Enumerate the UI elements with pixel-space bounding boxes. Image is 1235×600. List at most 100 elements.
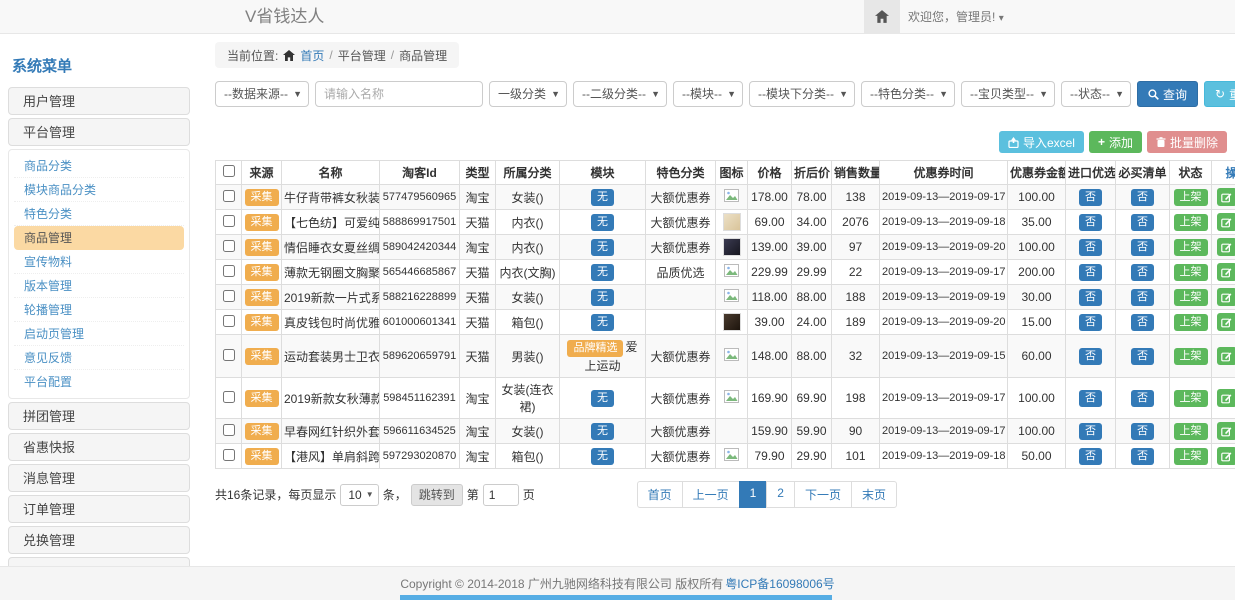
- sidebar-item[interactable]: 兑换管理: [8, 526, 190, 554]
- status-badge[interactable]: 上架: [1174, 390, 1208, 407]
- edit-button[interactable]: [1217, 288, 1235, 306]
- must-buy-toggle-badge[interactable]: 否: [1131, 264, 1154, 281]
- page-button-首页[interactable]: 首页: [637, 481, 683, 508]
- must-buy-toggle-badge[interactable]: 否: [1131, 348, 1154, 365]
- module-none-badge[interactable]: 无: [591, 214, 614, 231]
- sidebar-subitem[interactable]: 平台配置: [14, 370, 184, 394]
- filter-select-module-sub-category[interactable]: --模块下分类--▼: [749, 81, 855, 107]
- row-checkbox[interactable]: [223, 424, 235, 436]
- import-toggle-badge[interactable]: 否: [1079, 264, 1102, 281]
- sidebar-subitem[interactable]: 启动页管理: [14, 322, 184, 346]
- icp-link[interactable]: 粤ICP备16098006号: [725, 575, 834, 592]
- breadcrumb-home-link[interactable]: 首页: [300, 47, 324, 64]
- add-button[interactable]: + 添加: [1089, 131, 1142, 153]
- sidebar-item[interactable]: 订单管理: [8, 495, 190, 523]
- module-none-badge[interactable]: 无: [591, 448, 614, 465]
- import-toggle-badge[interactable]: 否: [1079, 239, 1102, 256]
- module-none-badge[interactable]: 无: [591, 314, 614, 331]
- row-checkbox[interactable]: [223, 449, 235, 461]
- jump-button[interactable]: 跳转到: [411, 484, 463, 506]
- sidebar-subitem[interactable]: 特色分类: [14, 202, 184, 226]
- page-button-2[interactable]: 2: [766, 481, 795, 508]
- row-checkbox[interactable]: [223, 240, 235, 252]
- header-home-button[interactable]: [864, 0, 900, 33]
- page-button-末页[interactable]: 末页: [851, 481, 897, 508]
- must-buy-toggle-badge[interactable]: 否: [1131, 314, 1154, 331]
- row-checkbox[interactable]: [223, 215, 235, 227]
- module-none-badge[interactable]: 无: [591, 423, 614, 440]
- edit-button[interactable]: [1217, 389, 1235, 407]
- import-toggle-badge[interactable]: 否: [1079, 314, 1102, 331]
- sidebar-subitem[interactable]: 意见反馈: [14, 346, 184, 370]
- sidebar-subitem[interactable]: 宣传物料: [14, 250, 184, 274]
- sidebar-item[interactable]: 拼团管理: [8, 402, 190, 430]
- filter-select-data-source[interactable]: --数据来源--▼: [215, 81, 309, 107]
- status-badge[interactable]: 上架: [1174, 189, 1208, 206]
- sidebar-subitem[interactable]: 商品分类: [14, 154, 184, 178]
- edit-button[interactable]: [1217, 422, 1235, 440]
- must-buy-toggle-badge[interactable]: 否: [1131, 423, 1154, 440]
- edit-button[interactable]: [1217, 347, 1235, 365]
- reset-button[interactable]: ↻重置: [1204, 81, 1235, 107]
- filter-select-feature-category[interactable]: --特色分类--▼: [861, 81, 955, 107]
- filter-select-status[interactable]: --状态--▼: [1061, 81, 1131, 107]
- filter-select-level2-category[interactable]: --二级分类--▼: [573, 81, 667, 107]
- module-none-badge[interactable]: 无: [591, 189, 614, 206]
- row-checkbox[interactable]: [223, 190, 235, 202]
- query-button[interactable]: 查询: [1137, 81, 1198, 107]
- status-badge[interactable]: 上架: [1174, 264, 1208, 281]
- sidebar-subitem[interactable]: 版本管理: [14, 274, 184, 298]
- row-checkbox[interactable]: [223, 315, 235, 327]
- status-badge[interactable]: 上架: [1174, 423, 1208, 440]
- filter-select-module[interactable]: --模块--▼: [673, 81, 743, 107]
- edit-button[interactable]: [1217, 188, 1235, 206]
- filter-select-item-type[interactable]: --宝贝类型--▼: [961, 81, 1055, 107]
- import-toggle-badge[interactable]: 否: [1079, 423, 1102, 440]
- sidebar-item[interactable]: 省惠快报: [8, 433, 190, 461]
- page-button-下一页[interactable]: 下一页: [794, 481, 852, 508]
- page-button-上一页[interactable]: 上一页: [682, 481, 740, 508]
- sidebar-item[interactable]: 平台管理: [8, 118, 190, 146]
- module-none-badge[interactable]: 无: [591, 390, 614, 407]
- import-excel-button[interactable]: 导入excel: [999, 131, 1084, 153]
- must-buy-toggle-badge[interactable]: 否: [1131, 289, 1154, 306]
- import-toggle-badge[interactable]: 否: [1079, 448, 1102, 465]
- batch-delete-button[interactable]: 批量删除: [1147, 131, 1227, 153]
- edit-button[interactable]: [1217, 263, 1235, 281]
- status-badge[interactable]: 上架: [1174, 314, 1208, 331]
- module-none-badge[interactable]: 无: [591, 239, 614, 256]
- sidebar-subitem[interactable]: 轮播管理: [14, 298, 184, 322]
- must-buy-toggle-badge[interactable]: 否: [1131, 448, 1154, 465]
- row-checkbox[interactable]: [223, 349, 235, 361]
- import-toggle-badge[interactable]: 否: [1079, 189, 1102, 206]
- filter-name-input[interactable]: [315, 81, 483, 107]
- filter-select-level1-category[interactable]: 一级分类▼: [489, 81, 567, 107]
- sidebar-item[interactable]: 用户管理: [8, 87, 190, 115]
- edit-button[interactable]: [1217, 447, 1235, 465]
- import-toggle-badge[interactable]: 否: [1079, 390, 1102, 407]
- jump-page-input[interactable]: [483, 484, 519, 506]
- page-button-1[interactable]: 1: [739, 481, 768, 508]
- edit-button[interactable]: [1217, 313, 1235, 331]
- status-badge[interactable]: 上架: [1174, 348, 1208, 365]
- status-badge[interactable]: 上架: [1174, 289, 1208, 306]
- sidebar-subitem[interactable]: 商品管理: [14, 226, 184, 250]
- edit-button[interactable]: [1217, 213, 1235, 231]
- must-buy-toggle-badge[interactable]: 否: [1131, 239, 1154, 256]
- select-all-checkbox[interactable]: [223, 165, 235, 177]
- import-toggle-badge[interactable]: 否: [1079, 214, 1102, 231]
- import-toggle-badge[interactable]: 否: [1079, 348, 1102, 365]
- must-buy-toggle-badge[interactable]: 否: [1131, 214, 1154, 231]
- module-none-badge[interactable]: 无: [591, 289, 614, 306]
- per-page-select[interactable]: 10 ▼: [340, 484, 378, 506]
- row-checkbox[interactable]: [223, 290, 235, 302]
- must-buy-toggle-badge[interactable]: 否: [1131, 189, 1154, 206]
- status-badge[interactable]: 上架: [1174, 214, 1208, 231]
- import-toggle-badge[interactable]: 否: [1079, 289, 1102, 306]
- edit-button[interactable]: [1217, 238, 1235, 256]
- module-none-badge[interactable]: 无: [591, 264, 614, 281]
- must-buy-toggle-badge[interactable]: 否: [1131, 390, 1154, 407]
- sidebar-subitem[interactable]: 模块商品分类: [14, 178, 184, 202]
- status-badge[interactable]: 上架: [1174, 239, 1208, 256]
- sidebar-item[interactable]: 消息管理: [8, 464, 190, 492]
